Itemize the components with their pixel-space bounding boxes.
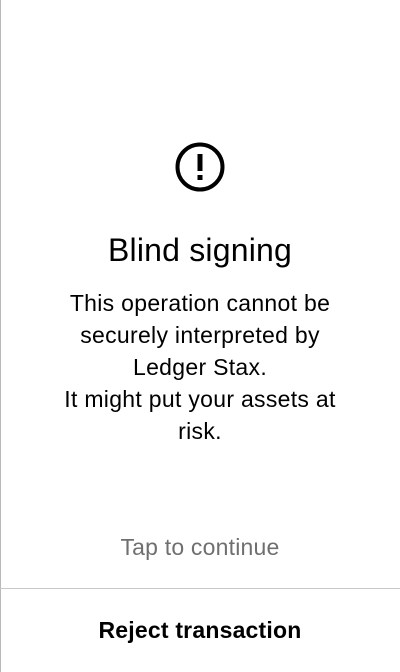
- warning-description: This operation cannot be securely interp…: [20, 287, 380, 447]
- description-line: Ledger Stax.: [132, 354, 268, 380]
- description-line: It might put your assets at: [64, 386, 336, 412]
- reject-transaction-label: Reject transaction: [98, 617, 302, 643]
- page-title: Blind signing: [107, 232, 293, 268]
- description-line: securely interpreted by: [80, 322, 320, 348]
- reject-transaction-button[interactable]: Reject transaction: [0, 589, 400, 672]
- warning-circle-icon: [175, 142, 225, 192]
- tap-to-continue-hint: Tap to continue: [120, 534, 280, 560]
- tap-to-continue-area[interactable]: Blind signing This operation cannot be s…: [0, 0, 400, 588]
- description-line: This operation cannot be: [69, 290, 331, 316]
- description-line: risk.: [178, 418, 222, 444]
